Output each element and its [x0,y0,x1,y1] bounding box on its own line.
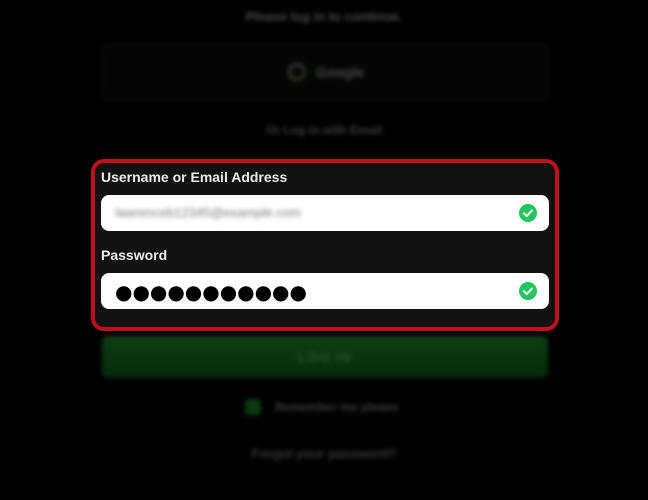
google-icon [287,63,306,81]
check-circle-icon [519,204,537,222]
forgot-password-link[interactable]: Forgot your password? [0,446,648,461]
username-label: Username or Email Address [101,169,288,185]
password-value: ●●●●●●●●●●● [115,280,307,304]
password-label: Password [101,247,168,263]
username-value: lawrenceb12345@example.com [115,205,301,220]
check-circle-icon [519,282,537,300]
google-button-label: Google [315,64,365,80]
username-field[interactable]: lawrenceb12345@example.com [101,195,549,231]
login-button[interactable]: LOG IN [102,336,548,378]
login-prompt-text: Please log in to continue. [245,9,403,24]
password-field[interactable]: ●●●●●●●●●●● [101,273,549,309]
remember-me-label: Remember me please [275,400,399,414]
remember-me-row[interactable]: Remember me please [245,399,398,415]
google-login-button[interactable]: Google [102,44,550,100]
remember-me-checkbox[interactable] [245,399,261,415]
email-login-link[interactable]: Or Log in with Email [0,123,648,137]
